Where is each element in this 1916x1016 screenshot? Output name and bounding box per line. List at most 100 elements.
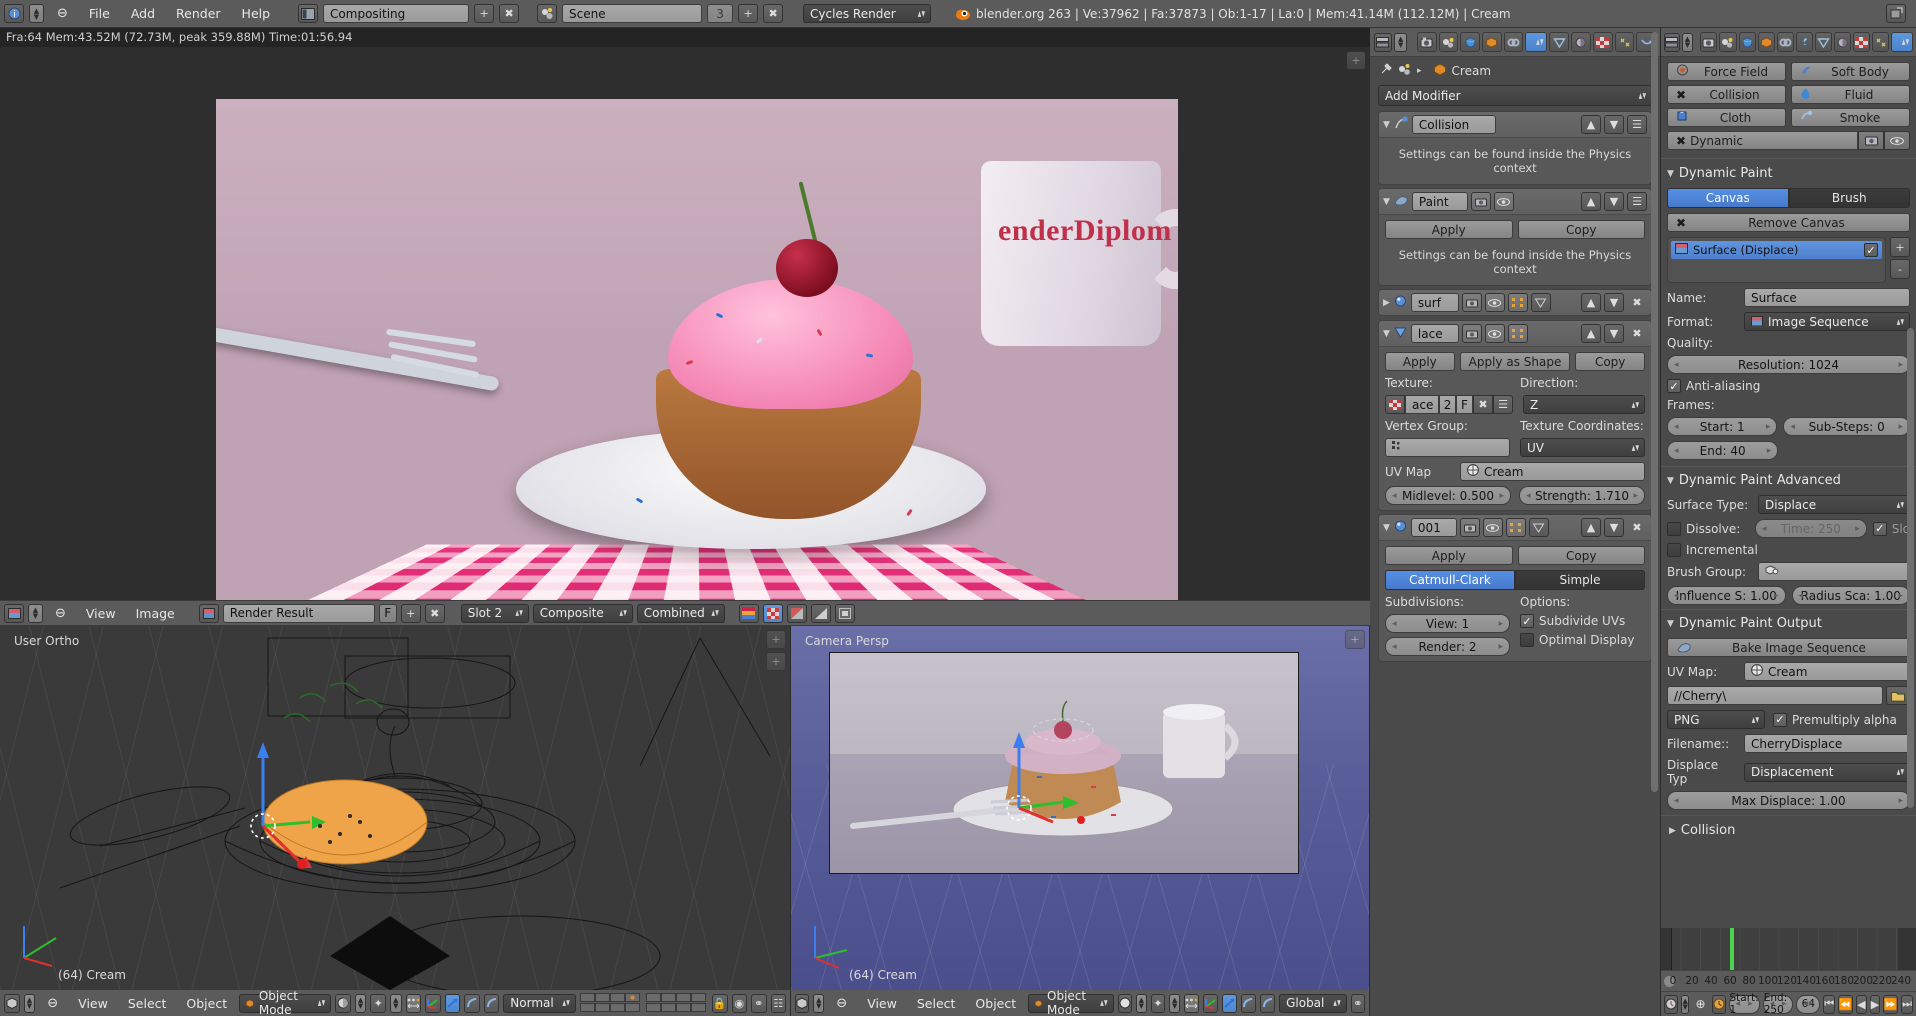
render-layer-select[interactable]: Composite <box>532 603 633 623</box>
texture-tab-icon[interactable] <box>1592 32 1613 52</box>
direction-select[interactable]: Z <box>1523 395 1645 414</box>
expand-triangle-icon[interactable]: ▶ <box>1383 298 1390 308</box>
world-tab-icon[interactable] <box>1460 32 1480 52</box>
world-tab-icon[interactable] <box>1738 32 1756 52</box>
render-preview-icon[interactable]: ☷ <box>770 993 787 1013</box>
frame-start-field[interactable]: Start: 1 <box>1728 992 1760 1016</box>
copy-button[interactable]: Copy <box>1517 546 1645 565</box>
checkbox-box[interactable]: ✓ <box>1667 379 1681 393</box>
current-frame-field[interactable]: 64 <box>1796 994 1821 1014</box>
constraint-tab-icon[interactable] <box>1776 32 1794 52</box>
constraint-tab-icon[interactable] <box>1503 32 1524 52</box>
scene-users-count[interactable]: 3 <box>707 4 734 23</box>
move-up-icon[interactable]: ▲ <box>1581 293 1601 312</box>
expand-triangle-icon[interactable]: ▼ <box>1667 619 1674 629</box>
vp1-orientation-select[interactable]: Normal <box>503 993 576 1013</box>
modifier-panel-surf[interactable]: ▶ surf ▲ ▼ ✖ <box>1378 289 1652 316</box>
physics-scrollbar[interactable] <box>1907 328 1914 808</box>
collapse-menu-icon[interactable]: ⊖ <box>828 994 855 1013</box>
color-swatch-icon[interactable] <box>738 603 759 623</box>
menu-add[interactable]: Add <box>123 4 163 23</box>
properties-scrollbar[interactable] <box>1651 32 1658 792</box>
screen-layout-field[interactable]: Compositing <box>323 4 470 23</box>
texture-users-count[interactable]: 2 <box>1439 395 1456 414</box>
modifier-header[interactable]: ▼ 001 ▲ ▼ ✖ <box>1379 515 1651 541</box>
proportional-edit-icon[interactable] <box>405 993 422 1013</box>
resolution-slider[interactable]: Resolution: 1024 <box>1667 355 1910 374</box>
pivot-spinner[interactable]: ▲ ▼ <box>1169 993 1181 1013</box>
checkbox-box[interactable] <box>1667 543 1681 557</box>
scene-tab-icon[interactable] <box>1719 32 1737 52</box>
smoke-button[interactable]: Smoke <box>1791 108 1910 127</box>
antialiasing-checkbox[interactable]: ✓ Anti-aliasing <box>1667 379 1910 393</box>
image-menu-view[interactable]: View <box>78 604 124 623</box>
snap-magnet-icon[interactable]: ⚭ <box>1350 993 1365 1013</box>
output-uv-map-field[interactable]: Cream <box>1744 662 1910 681</box>
editor-type-spinner[interactable]: ▲ ▼ <box>1681 32 1694 52</box>
jump-end-icon[interactable]: ⏭ <box>1901 994 1913 1014</box>
panel-header-dynamic-paint-advanced[interactable]: ▼ Dynamic Paint Advanced <box>1667 471 1910 490</box>
translate-manip-icon[interactable] <box>425 993 441 1013</box>
unlink-texture-icon[interactable]: ✖ <box>1473 395 1493 414</box>
alpha-channel-icon[interactable] <box>786 603 807 623</box>
render-visibility-icon[interactable] <box>1461 293 1482 312</box>
surface-enabled-checkbox[interactable]: ✓ <box>1864 243 1878 257</box>
vertex-group-field[interactable] <box>1385 438 1510 457</box>
manipulator-toggle-icon[interactable] <box>483 993 500 1013</box>
expand-triangle-icon[interactable]: ▼ <box>1667 476 1674 486</box>
render-visibility-icon[interactable] <box>1461 324 1482 343</box>
subdivision-type-toggle[interactable]: Catmull-Clark Simple <box>1385 570 1645 590</box>
lock-layers-icon[interactable]: 🔒 <box>711 993 728 1013</box>
move-down-icon[interactable]: ▼ <box>1604 192 1624 211</box>
data-tab-icon[interactable] <box>1814 32 1832 52</box>
solid-shading-icon[interactable] <box>335 993 351 1013</box>
dynamic-paint-type-toggle[interactable]: Canvas Brush <box>1667 188 1910 208</box>
texture-datablock-icon[interactable] <box>1385 395 1405 414</box>
pivot-median-icon[interactable]: ✦ <box>370 993 386 1013</box>
render-visibility-icon[interactable] <box>1459 518 1480 537</box>
move-down-icon[interactable]: ▼ <box>1604 518 1624 537</box>
sync-icon[interactable] <box>1711 994 1726 1014</box>
viewport-visibility-icon[interactable] <box>1493 192 1514 211</box>
expand-triangle-icon[interactable]: ▼ <box>1383 329 1390 339</box>
modifier-header[interactable]: ▼ Paint ▲ ▼ ☰ <box>1379 189 1651 215</box>
menu-render[interactable]: Render <box>168 4 229 23</box>
properties-editor-modifiers[interactable]: ▲▼ ▸ Cream <box>1370 28 1660 1016</box>
scene-icon[interactable] <box>1398 63 1412 79</box>
modifier-name-field[interactable]: 001 <box>1410 518 1457 537</box>
force-field-button[interactable]: Force Field <box>1667 62 1786 81</box>
vp2-orientation-select[interactable]: Global <box>1279 993 1347 1013</box>
timeline-editor-icon[interactable] <box>1664 994 1678 1014</box>
edit-mode-visibility-icon[interactable] <box>1505 518 1526 537</box>
apply-button[interactable]: Apply <box>1385 352 1455 371</box>
collision-button[interactable]: ✖ Collision <box>1667 85 1786 104</box>
brush-group-field[interactable] <box>1758 562 1910 581</box>
rotate-manip-icon[interactable] <box>444 993 461 1013</box>
properties-editor-icon[interactable] <box>1664 32 1680 52</box>
frame-end-slider[interactable]: End: 40 <box>1667 441 1779 460</box>
info-editor-icon[interactable]: i <box>4 4 24 23</box>
add-image-button[interactable]: + <box>400 603 421 623</box>
dissolve-time-slider[interactable]: Time: 250 <box>1755 519 1867 538</box>
panel-header-dynamic-paint-output[interactable]: ▼ Dynamic Paint Output <box>1667 614 1910 633</box>
render-tab-icon[interactable] <box>1700 32 1718 52</box>
viewport-tool-toggle-icon[interactable]: + <box>766 652 786 671</box>
render-visibility-icon[interactable] <box>1858 131 1884 150</box>
delete-scene-button[interactable]: ✖ <box>763 4 784 23</box>
vp1-menu-select[interactable]: Select <box>120 994 175 1013</box>
particles-tab-icon[interactable] <box>1614 32 1635 52</box>
copy-button[interactable]: Copy <box>1575 352 1646 371</box>
unlink-image-button[interactable]: ✖ <box>424 603 445 623</box>
render-tab-icon[interactable] <box>1416 32 1437 52</box>
vp1-menu-view[interactable]: View <box>70 994 116 1013</box>
timeline-playhead[interactable] <box>1730 928 1734 970</box>
remove-canvas-button[interactable]: ✖ Remove Canvas <box>1667 213 1910 232</box>
remove-surface-button[interactable]: - <box>1890 259 1910 279</box>
edit-mode-visibility-icon[interactable] <box>1507 324 1528 343</box>
image-name-field[interactable]: Render Result <box>222 603 375 623</box>
material-tab-icon[interactable] <box>1571 32 1591 52</box>
properties-editor-physics[interactable]: ▲▼ Force Field Soft Body <box>1661 28 1916 928</box>
cloth-button[interactable]: Cloth <box>1667 108 1786 127</box>
editor-type-spinner[interactable]: ▲ ▼ <box>1393 32 1408 52</box>
shading-spinner[interactable]: ▲ ▼ <box>1135 993 1147 1013</box>
